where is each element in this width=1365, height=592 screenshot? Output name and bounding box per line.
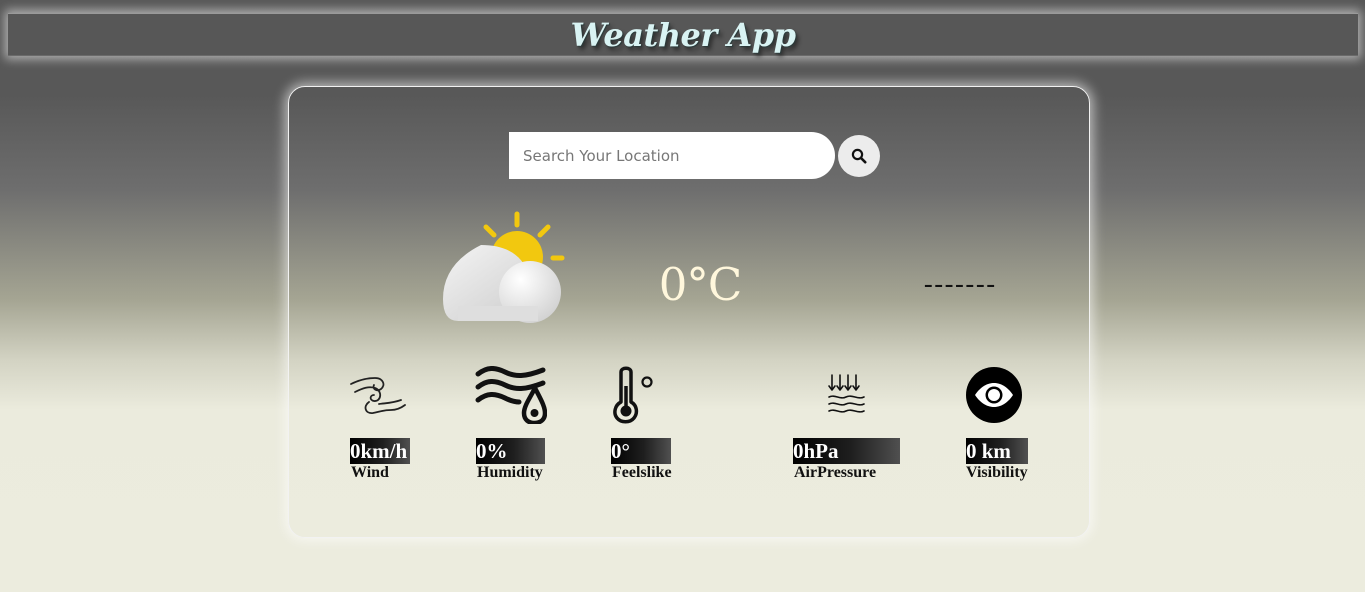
wind-icon (350, 377, 406, 414)
humidity-label: Humidity (477, 464, 543, 481)
wind-value: 0km/h (350, 438, 410, 464)
app-header: Weather App (8, 13, 1358, 56)
search-input[interactable] (509, 132, 835, 179)
air-pressure-icon (828, 374, 865, 413)
air-pressure-label: AirPressure (794, 464, 877, 481)
search-icon (851, 148, 867, 164)
wind-label: Wind (351, 464, 389, 481)
thermometer-icon (613, 366, 653, 424)
visibility-value: 0 km (966, 438, 1028, 464)
humidity-value: 0% (476, 438, 545, 464)
feelslike-value: 0° (611, 438, 671, 464)
visibility-label: Visibility (966, 464, 1028, 481)
feelslike-label: Feelslike (612, 464, 672, 481)
temperature-value: 0°C (658, 258, 743, 311)
weather-condition: ------- (923, 270, 997, 300)
app-title: Weather App (570, 16, 796, 54)
humidity-icon (475, 366, 547, 424)
eye-icon (966, 367, 1022, 423)
air-pressure-value: 0hPa (793, 438, 900, 464)
search-button[interactable] (838, 135, 880, 177)
partly-cloudy-icon (440, 208, 570, 330)
